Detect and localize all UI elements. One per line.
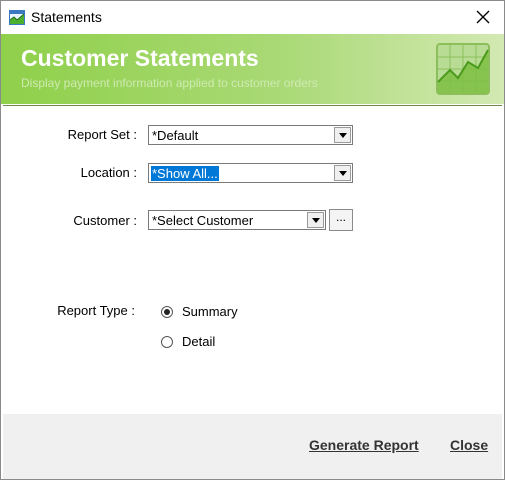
report-set-dropdown[interactable]: *Default [148,125,353,145]
customer-value: *Select Customer [152,213,254,228]
close-button[interactable]: Close [450,437,488,453]
detail-radio[interactable] [161,336,173,348]
footer-bar: Generate Report Close [3,414,502,479]
title-bar: Statements [1,1,504,34]
detail-radio-label[interactable]: Detail [182,334,215,349]
summary-radio-label[interactable]: Summary [182,304,238,319]
chevron-down-icon[interactable] [307,212,324,228]
location-label: Location : [80,165,137,180]
banner-subtitle: Display payment information applied to c… [21,76,318,90]
report-type-label: Report Type : [57,303,135,318]
generate-report-button[interactable]: Generate Report [309,437,419,453]
location-value: *Show All... [151,166,219,181]
statements-window: Statements Customer Statements Display p… [0,0,505,480]
report-set-label: Report Set : [67,127,137,142]
close-icon[interactable] [472,6,494,28]
growth-chart-icon [436,43,490,95]
summary-radio[interactable] [161,306,173,318]
report-set-value: *Default [152,128,199,143]
banner-title: Customer Statements [21,45,259,71]
statements-chart-icon [9,10,25,25]
location-dropdown[interactable]: *Show All... [148,163,353,183]
chevron-down-icon[interactable] [334,165,351,181]
form-area: Report Set : *Default Location : *Show A… [3,105,502,415]
chevron-down-icon[interactable] [334,127,351,143]
customer-label: Customer : [73,213,137,228]
customer-dropdown[interactable]: *Select Customer [148,210,326,230]
header-banner: Customer Statements Display payment info… [1,34,504,104]
window-title: Statements [31,9,102,25]
customer-browse-button[interactable]: ... [329,209,353,231]
